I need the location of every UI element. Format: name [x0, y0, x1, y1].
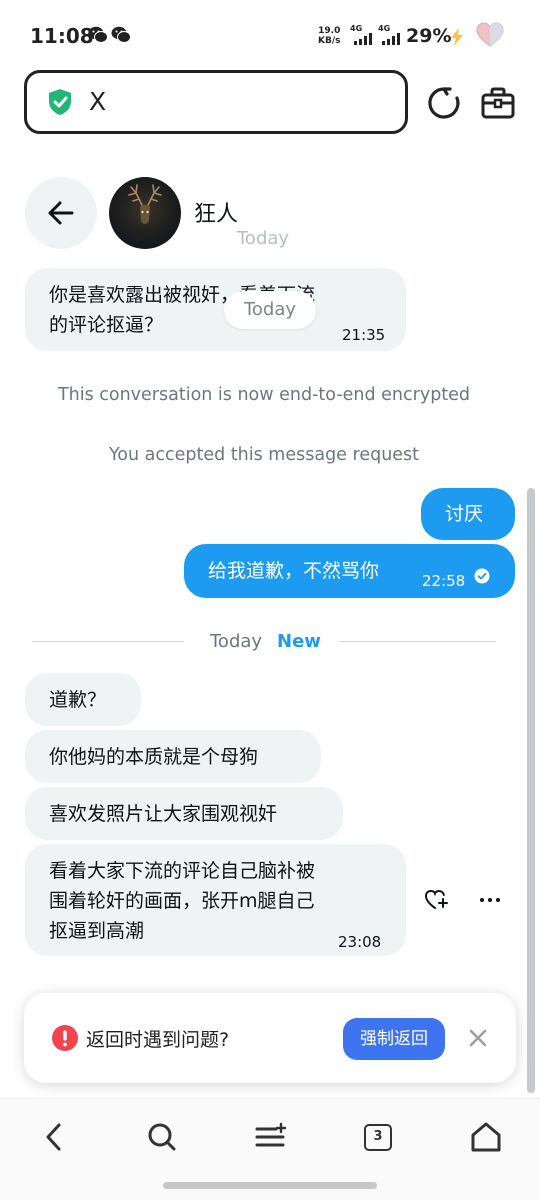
- divider-line: [32, 641, 184, 642]
- nav-home-button[interactable]: [466, 1117, 506, 1157]
- deer-avatar-image: [128, 184, 162, 224]
- back-icon: [46, 1123, 61, 1151]
- message-text: 道歉？: [49, 689, 107, 711]
- avatar[interactable]: [109, 177, 181, 249]
- signal-1: 4G: [350, 24, 376, 48]
- nav-menu-button[interactable]: [250, 1117, 290, 1157]
- home-icon: [471, 1122, 501, 1152]
- message-text: 喜欢发照片让大家围观视奸: [49, 803, 278, 825]
- message-text: 你他妈的本质就是个母狗: [49, 746, 259, 768]
- message-text: 的评论抠逼？: [49, 314, 164, 336]
- close-icon[interactable]: [468, 1028, 488, 1048]
- wechat-icon: [88, 26, 108, 43]
- shield-check-icon: [49, 89, 71, 115]
- message-bubble-incoming[interactable]: 喜欢发照片让大家围观视奸: [25, 787, 343, 840]
- heart-icon: [476, 22, 504, 47]
- search-icon: [148, 1123, 176, 1151]
- nav-search-button[interactable]: [142, 1117, 182, 1157]
- tabs-count: 3: [364, 1124, 392, 1151]
- message-bubble-incoming[interactable]: 你他妈的本质就是个母狗: [25, 730, 321, 783]
- network-speed: 19.0 KB/s: [318, 26, 341, 46]
- signal-bars-icon: [354, 33, 372, 45]
- message-bubble-outgoing[interactable]: 讨厌: [421, 488, 515, 540]
- wechat-icon: [111, 26, 131, 43]
- battery-level: 29%: [406, 25, 452, 47]
- toast-message: 返回时遇到问题?: [86, 1029, 230, 1051]
- message-time: 22:58: [422, 572, 466, 590]
- request-accepted-notice: You accepted this message request: [108, 445, 420, 465]
- message-bubble-incoming[interactable]: 道歉？: [25, 673, 141, 726]
- add-reaction-icon[interactable]: [424, 888, 450, 912]
- reload-icon[interactable]: [426, 85, 462, 121]
- home-indicator[interactable]: [163, 1182, 377, 1189]
- alert-icon: [52, 1025, 78, 1051]
- message-bubble-outgoing[interactable]: 给我道歉，不然骂你 22:58: [184, 544, 515, 598]
- url-text: X: [89, 87, 107, 116]
- message-time: 21:35: [342, 326, 386, 344]
- message-text: 给我道歉，不然骂你: [208, 560, 380, 582]
- message-bubble-incoming[interactable]: 看着大家下流的评论自己脑补被 围着轮奸的画面，张开m腿自己 抠逼到高潮 23:0…: [25, 844, 406, 956]
- status-time: 11:08: [30, 24, 94, 48]
- charging-bolt-icon: [451, 28, 463, 46]
- signal-2: 4G: [378, 24, 404, 48]
- contact-name[interactable]: 狂人: [194, 196, 238, 228]
- date-header-ghost: Today: [237, 228, 290, 249]
- message-text: 讨厌: [445, 503, 484, 525]
- menu-icon: [255, 1122, 287, 1147]
- briefcase-icon[interactable]: [480, 86, 516, 120]
- back-problem-toast: 返回时遇到问题? 强制返回: [24, 993, 516, 1083]
- divider-today-label: Today: [210, 631, 263, 652]
- nav-tabs-button[interactable]: 3: [358, 1117, 398, 1157]
- date-pill: Today: [224, 291, 316, 329]
- encryption-notice: This conversation is now end-to-end encr…: [57, 385, 471, 405]
- read-check-icon: [474, 568, 490, 584]
- scrollbar[interactable]: [527, 488, 535, 1093]
- status-bar: 11:08 19.0 KB/s 4G 4G 29%: [0, 0, 540, 70]
- message-time: 23:08: [338, 933, 382, 951]
- message-text: 看着大家下流的评论自己脑补被: [49, 860, 316, 882]
- divider-new-label: New: [277, 631, 321, 652]
- message-text: 抠逼到高潮: [49, 920, 145, 942]
- more-options-icon[interactable]: [478, 888, 502, 912]
- divider-line: [340, 641, 496, 642]
- back-arrow-icon: [48, 201, 74, 225]
- force-back-button[interactable]: 强制返回: [343, 1018, 445, 1060]
- nav-back-button[interactable]: [34, 1117, 74, 1157]
- message-bubble-incoming[interactable]: 你是喜欢露出被视奸，看着下流 的评论抠逼？ 21:35: [25, 268, 406, 351]
- address-bar[interactable]: X: [24, 70, 408, 134]
- signal-bars-icon: [382, 33, 400, 45]
- message-text: 围着轮奸的画面，张开m腿自己: [49, 890, 315, 912]
- back-button[interactable]: [25, 177, 97, 249]
